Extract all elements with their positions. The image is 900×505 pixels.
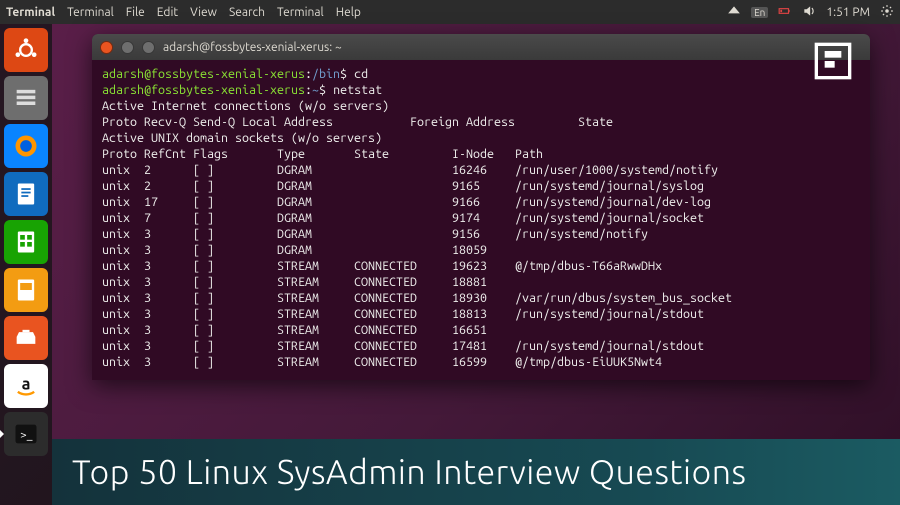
window-minimize-button[interactable] [121,41,134,54]
launcher-ubuntu-dash[interactable] [4,28,48,72]
article-banner: Top 50 Linux SysAdmin Interview Question… [52,439,900,505]
output-cols-net: Proto Recv-Q Send-Q Local Address Foreig… [102,115,613,129]
output-row: unix 3 [ ] STREAM CONNECTED 18881 [102,275,515,289]
top-panel: Terminal Terminal File Edit View Search … [0,0,900,24]
menu-edit[interactable]: Edit [157,6,178,19]
menu-help[interactable]: Help [336,6,361,19]
launcher-amazon[interactable]: a [4,364,48,408]
output-header-net: Active Internet connections (w/o servers… [102,99,389,113]
launcher-impress[interactable] [4,268,48,312]
command-netstat: netstat [333,83,382,97]
output-row: unix 2 [ ] DGRAM 9165 /run/systemd/journ… [102,179,704,193]
menu-terminal[interactable]: Terminal [67,6,114,19]
output-row: unix 3 [ ] STREAM CONNECTED 18930 /var/r… [102,291,732,305]
output-row: unix 3 [ ] STREAM CONNECTED 16651 [102,323,515,337]
terminal-titlebar[interactable]: adarsh@fossbytes-xenial-xerus: ~ [92,34,870,60]
prompt-user-host-2: adarsh@fossbytes-xenial-xerus [102,83,305,97]
menu-search[interactable]: Search [229,6,265,19]
network-icon[interactable] [727,4,741,21]
menu-file[interactable]: File [126,6,145,19]
menu-bar: Terminal File Edit View Search Terminal … [67,6,361,19]
output-row: unix 3 [ ] STREAM CONNECTED 18813 /run/s… [102,307,704,321]
output-row: unix 3 [ ] STREAM CONNECTED 19623 @/tmp/… [102,259,662,273]
launcher-calc[interactable] [4,220,48,264]
window-title: adarsh@fossbytes-xenial-xerus: ~ [163,41,862,54]
menu-view[interactable]: View [190,6,217,19]
menu-terminal-2[interactable]: Terminal [277,6,324,19]
fossbytes-logo-icon [812,40,854,82]
launcher: a >_ [0,24,52,505]
banner-title: Top 50 Linux SysAdmin Interview Question… [72,453,747,491]
clock[interactable]: 1:51 PM [826,6,870,19]
svg-text:>_: >_ [20,429,33,442]
output-row: unix 17 [ ] DGRAM 9166 /run/systemd/jour… [102,195,711,209]
window-close-button[interactable] [100,41,113,54]
output-row: unix 2 [ ] DGRAM 16246 /run/user/1000/sy… [102,163,718,177]
gear-icon[interactable] [880,4,894,21]
output-header-unix: Active UNIX domain sockets (w/o servers) [102,131,382,145]
launcher-software-center[interactable] [4,316,48,360]
terminal-window: adarsh@fossbytes-xenial-xerus: ~ adarsh@… [92,34,870,380]
output-row: unix 3 [ ] STREAM CONNECTED 16599 @/tmp/… [102,355,662,369]
output-row: unix 3 [ ] DGRAM 18059 [102,243,515,257]
launcher-writer[interactable] [4,172,48,216]
terminal-body[interactable]: adarsh@fossbytes-xenial-xerus:/bin$ cd a… [92,60,870,380]
output-row: unix 7 [ ] DGRAM 9174 /run/systemd/journ… [102,211,704,225]
language-indicator[interactable]: En [751,7,768,18]
prompt-path-2: ~ [312,83,319,97]
output-cols-unix: Proto RefCnt Flags Type State I-Node Pat… [102,147,543,161]
output-row: unix 3 [ ] STREAM CONNECTED 17481 /run/s… [102,339,704,353]
active-app-name: Terminal [6,6,55,19]
system-indicators: En 1:51 PM [727,4,894,21]
svg-text:a: a [22,376,31,394]
output-row: unix 3 [ ] DGRAM 9156 /run/systemd/notif… [102,227,648,241]
launcher-firefox[interactable] [4,124,48,168]
battery-icon[interactable] [778,4,792,21]
prompt-path: /bin [312,67,340,81]
volume-icon[interactable] [802,4,816,21]
launcher-terminal[interactable]: >_ [4,412,48,456]
window-maximize-button[interactable] [142,41,155,54]
prompt-user-host: adarsh@fossbytes-xenial-xerus [102,67,305,81]
command-cd: cd [354,67,368,81]
launcher-files[interactable] [4,76,48,120]
